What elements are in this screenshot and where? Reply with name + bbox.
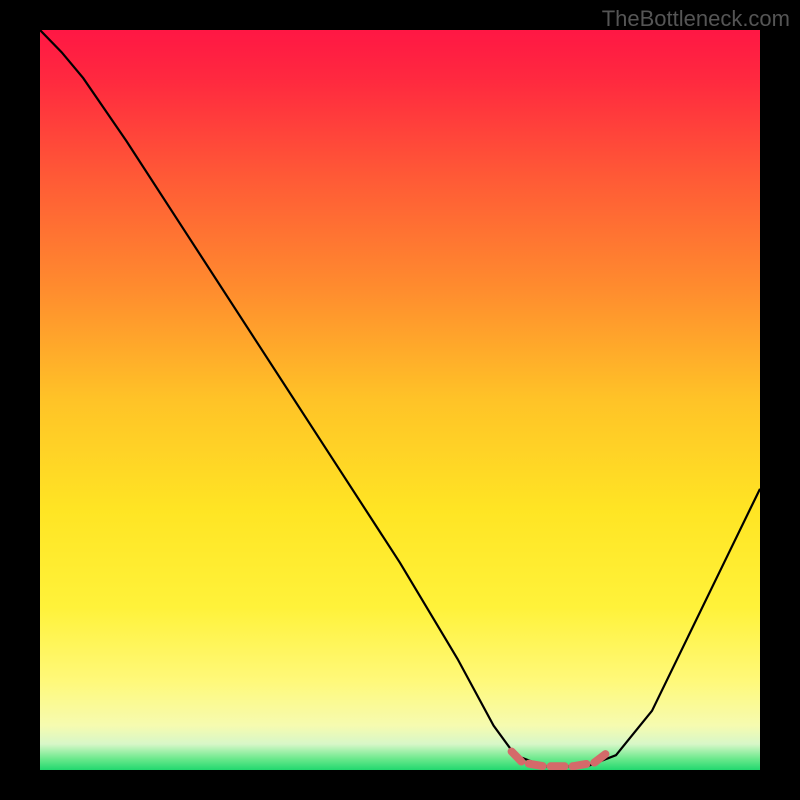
watermark-text: TheBottleneck.com [602, 6, 790, 32]
chart-background [40, 30, 760, 770]
bottleneck-chart [40, 30, 760, 770]
